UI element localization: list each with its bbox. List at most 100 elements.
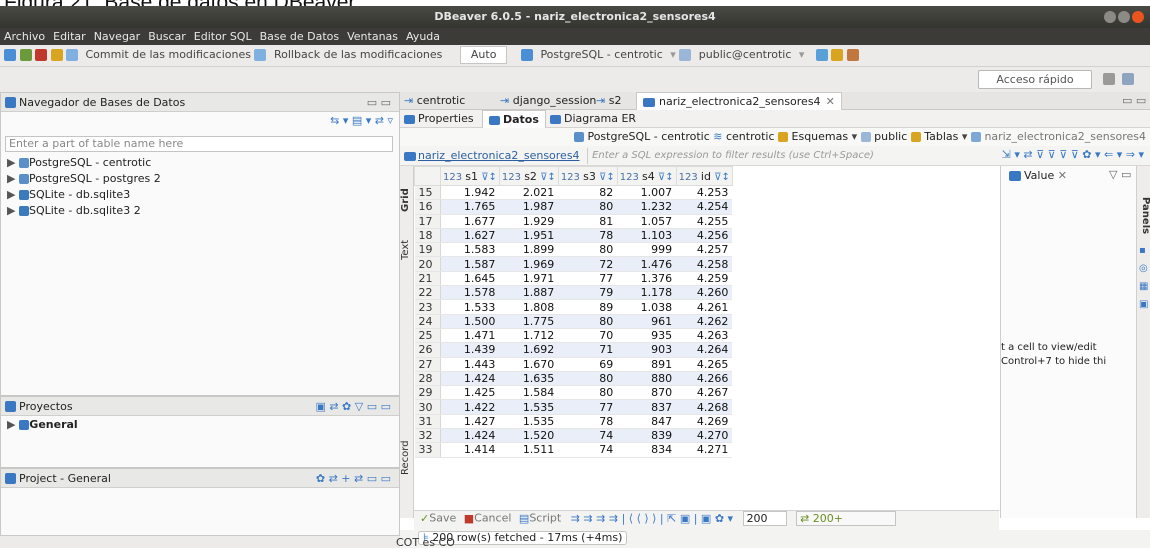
quick-access-input[interactable]: Acceso rápido bbox=[978, 70, 1092, 89]
table-row[interactable]: 19 1.583 1.899 80 999 4.257 bbox=[414, 242, 973, 258]
cell-s1[interactable]: 1.471 bbox=[440, 328, 500, 344]
cancel-button[interactable]: Cancel bbox=[474, 512, 511, 525]
cell-id[interactable]: 4.264 bbox=[676, 342, 733, 358]
cell-s4[interactable]: 935 bbox=[617, 328, 677, 344]
cell-s3[interactable]: 70 bbox=[558, 328, 618, 344]
cell-s2[interactable]: 1.775 bbox=[499, 314, 559, 329]
new-connection-icon[interactable] bbox=[4, 49, 16, 61]
table-row[interactable]: 22 1.578 1.887 79 1.178 4.260 bbox=[414, 285, 973, 301]
save-button[interactable]: Save bbox=[429, 512, 456, 525]
close-button[interactable] bbox=[1132, 11, 1144, 23]
tree-item-postgresql-postgres2[interactable]: ▶ PostgreSQL - postgres 2 bbox=[7, 172, 161, 185]
cell-s4[interactable]: 891 bbox=[617, 357, 677, 372]
cell-s2[interactable]: 1.887 bbox=[499, 285, 559, 301]
cell-s4[interactable]: 880 bbox=[617, 371, 677, 387]
cell-s4[interactable]: 1.057 bbox=[617, 214, 677, 229]
cell-s1[interactable]: 1.414 bbox=[440, 442, 500, 458]
cell-s3[interactable]: 78 bbox=[558, 228, 618, 244]
table-row[interactable]: 15 1.942 2.021 82 1.007 4.253 bbox=[414, 185, 973, 201]
cell-s2[interactable]: 1.987 bbox=[499, 199, 559, 215]
tab-datos[interactable]: Datos bbox=[482, 110, 546, 128]
table-row[interactable]: 30 1.422 1.535 77 837 4.268 bbox=[414, 399, 973, 415]
sql-filter-input[interactable]: Enter a SQL expression to filter results… bbox=[587, 148, 917, 164]
cell-s1[interactable]: 1.583 bbox=[440, 242, 500, 258]
cell-id[interactable]: 4.262 bbox=[676, 314, 733, 329]
cell-s3[interactable]: 77 bbox=[558, 399, 618, 415]
cell-s4[interactable]: 1.476 bbox=[617, 256, 677, 272]
column-header-s2[interactable]: 123 s2 ⊽↕ bbox=[498, 166, 559, 186]
cell-s2[interactable]: 1.899 bbox=[499, 242, 559, 258]
cell-s1[interactable]: 1.424 bbox=[440, 371, 500, 387]
cell-s4[interactable]: 834 bbox=[617, 442, 677, 458]
table-row[interactable]: 17 1.677 1.929 81 1.057 4.255 bbox=[414, 214, 973, 229]
cell-id[interactable]: 4.253 bbox=[676, 185, 733, 201]
cell-s3[interactable]: 78 bbox=[558, 414, 618, 430]
connect-icon[interactable] bbox=[19, 49, 32, 61]
table-row[interactable]: 26 1.439 1.692 71 903 4.264 bbox=[414, 342, 973, 358]
minimize-button[interactable] bbox=[1104, 11, 1116, 23]
cell-id[interactable]: 4.256 bbox=[676, 228, 733, 244]
breadcrumb-database[interactable]: centrotic bbox=[726, 130, 775, 143]
cell-s1[interactable]: 1.645 bbox=[440, 271, 500, 287]
rollback-button[interactable]: Rollback de las modificaciones bbox=[274, 45, 442, 65]
cell-s4[interactable]: 1.232 bbox=[617, 199, 677, 215]
cell-s3[interactable]: 79 bbox=[558, 285, 618, 301]
table-row[interactable]: 29 1.425 1.584 80 870 4.267 bbox=[414, 385, 973, 401]
cell-id[interactable]: 4.263 bbox=[676, 328, 733, 344]
cell-s1[interactable]: 1.424 bbox=[440, 428, 500, 444]
table-row[interactable]: 28 1.424 1.635 80 880 4.266 bbox=[414, 371, 973, 387]
fetch-size-input[interactable]: 200 bbox=[742, 511, 787, 526]
cell-id[interactable]: 4.261 bbox=[676, 299, 733, 315]
cell-id[interactable]: 4.257 bbox=[676, 242, 733, 258]
tab-centrotic[interactable]: ⇥ centrotic bbox=[404, 92, 465, 110]
cell-s4[interactable]: 870 bbox=[617, 385, 677, 401]
cell-s3[interactable]: 82 bbox=[558, 185, 618, 201]
maximize-button[interactable] bbox=[1118, 11, 1130, 23]
commit-icon[interactable] bbox=[66, 49, 78, 61]
cell-s3[interactable]: 74 bbox=[558, 442, 618, 458]
cell-s1[interactable]: 1.627 bbox=[440, 228, 500, 244]
menu-navegar[interactable]: Navegar bbox=[94, 30, 141, 43]
cell-s2[interactable]: 1.511 bbox=[499, 442, 559, 458]
projects-toolbar[interactable]: ▣ ⇄ ✿ ▽ ▭ ▭ bbox=[315, 397, 391, 416]
menu-ayuda[interactable]: Ayuda bbox=[406, 30, 440, 43]
cell-s1[interactable]: 1.533 bbox=[440, 299, 500, 315]
table-row[interactable]: 31 1.427 1.535 78 847 4.269 bbox=[414, 414, 973, 430]
cell-s2[interactable]: 1.520 bbox=[499, 428, 559, 444]
tools-icon[interactable] bbox=[831, 49, 844, 61]
cell-s3[interactable]: 89 bbox=[558, 299, 618, 315]
tab-properties[interactable]: Properties bbox=[404, 110, 474, 128]
breadcrumb-schema[interactable]: public bbox=[874, 130, 907, 143]
menu-editar[interactable]: Editar bbox=[53, 30, 86, 43]
minimize-maximize-icon[interactable]: ▭ ▭ bbox=[367, 93, 391, 112]
close-tab-icon[interactable]: ✕ bbox=[826, 95, 835, 108]
tab-nariz-electronica2-sensores4[interactable]: nariz_electronica2_sensores4 ✕ bbox=[636, 92, 842, 110]
cell-id[interactable]: 4.269 bbox=[676, 414, 733, 430]
table-row[interactable]: 16 1.765 1.987 80 1.232 4.254 bbox=[414, 199, 973, 215]
pencil-icon[interactable] bbox=[846, 49, 859, 61]
cell-s3[interactable]: 80 bbox=[558, 242, 618, 258]
cell-s1[interactable]: 1.677 bbox=[440, 214, 500, 229]
fetch-next-button[interactable]: ⇄ 200+ bbox=[796, 511, 897, 526]
transaction-icon[interactable] bbox=[50, 49, 63, 61]
menu-base-de-datos[interactable]: Base de Datos bbox=[260, 30, 340, 43]
tree-item-sqlite-db2[interactable]: ▶ SQLite - db.sqlite3 2 bbox=[7, 204, 141, 217]
cell-s1[interactable]: 1.765 bbox=[440, 199, 500, 215]
chevron-down-icon[interactable]: ▾ bbox=[670, 45, 676, 65]
value-panel-menu-icon[interactable]: ▽ ▭ bbox=[1109, 168, 1131, 181]
navigation-toolbar[interactable]: ⇉ ⇉ ⇉ ⇉ | ⟨ ⟨ ⟩ ⟩ | ⇱ ▣ | ▣ ✿ ▾ bbox=[571, 512, 733, 525]
active-schema-select[interactable]: public@centrotic bbox=[699, 45, 792, 65]
tree-item-sqlite-db[interactable]: ▶ SQLite - db.sqlite3 bbox=[7, 188, 130, 201]
tree-item-general[interactable]: ▶ General bbox=[7, 418, 78, 431]
breadcrumb-tables[interactable]: Tablas bbox=[924, 130, 958, 143]
grid-view-tab[interactable]: Grid bbox=[400, 182, 414, 218]
filter-toolbar[interactable]: ⇲ ▾ ⇄ ⊽ ⊽ ⊽ ⊽ ✿ ▾ ⇐ ▾ ⇒ ▾ bbox=[1002, 148, 1144, 161]
table-row[interactable]: 24 1.500 1.775 80 961 4.262 bbox=[414, 314, 973, 329]
cell-id[interactable]: 4.268 bbox=[676, 399, 733, 415]
cell-s1[interactable]: 1.425 bbox=[440, 385, 500, 401]
table-row[interactable]: 32 1.424 1.520 74 839 4.270 bbox=[414, 428, 973, 444]
cell-s4[interactable]: 1.103 bbox=[617, 228, 677, 244]
cell-s2[interactable]: 2.021 bbox=[499, 185, 559, 201]
cell-s1[interactable]: 1.439 bbox=[440, 342, 500, 358]
menu-editor-sql[interactable]: Editor SQL bbox=[194, 30, 252, 43]
